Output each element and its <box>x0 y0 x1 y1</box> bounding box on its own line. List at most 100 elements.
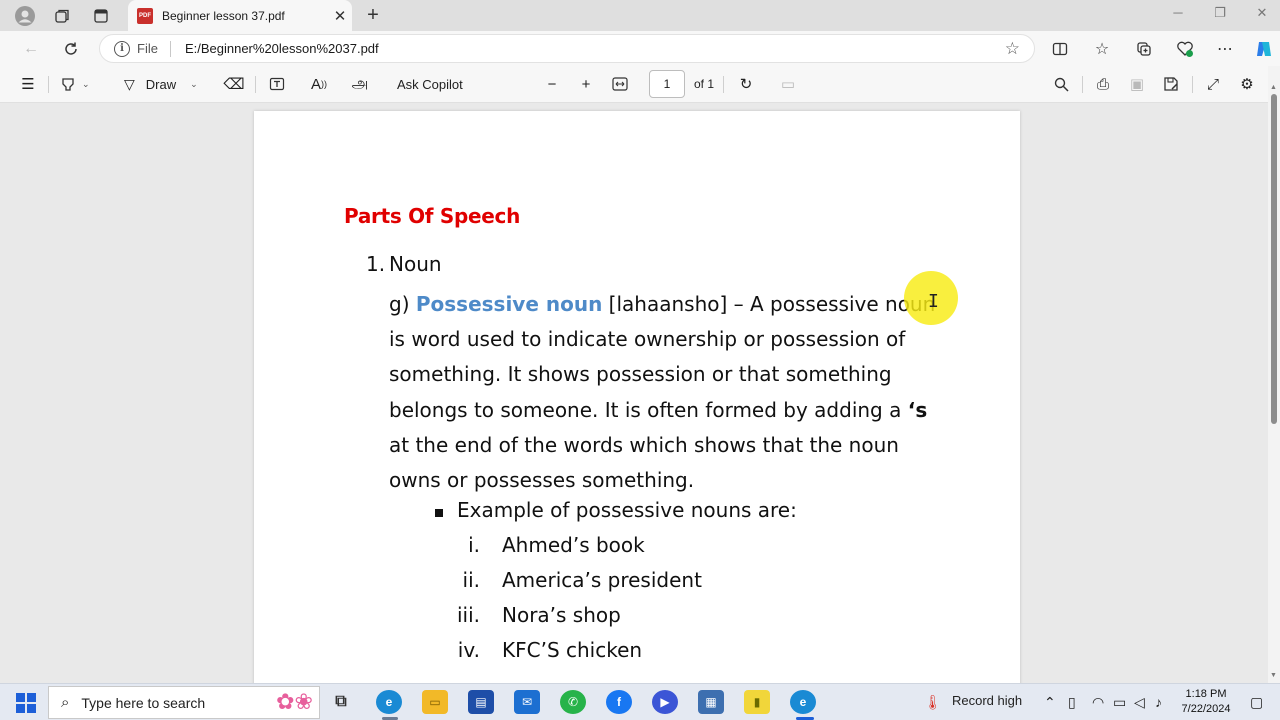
tab-actions-icon[interactable] <box>90 5 112 27</box>
video-call-icon[interactable]: ▶ <box>652 690 678 714</box>
save-as-icon[interactable] <box>1160 73 1182 95</box>
pdf-toolbar: ☰ ⌄ ▽ Draw ⌄ ⌫ A)) அ Ask Copilot − + 1 o… <box>0 66 1280 103</box>
paragraph-text: at the end of the words which shows that… <box>389 432 899 493</box>
clock-time: 1:18 PM <box>1185 688 1227 700</box>
show-hidden-icons-icon[interactable]: ⌃ <box>1044 694 1056 711</box>
refresh-icon[interactable] <box>59 37 83 61</box>
highlight-button[interactable]: ⌄ <box>60 73 90 95</box>
active-tab[interactable]: PDF Beginner lesson 37.pdf ✕ <box>128 0 352 31</box>
clock-date: 7/22/2024 <box>1181 703 1231 715</box>
split-screen-icon[interactable] <box>1048 37 1072 61</box>
page-view-icon[interactable]: ▭ <box>777 73 799 95</box>
thermometer-icon: 🌡 <box>924 694 942 710</box>
whatsapp-icon[interactable]: ✆ <box>560 690 586 714</box>
wifi-icon[interactable]: ◠ <box>1092 694 1104 711</box>
more-options-icon[interactable]: ⋯ <box>1213 37 1237 61</box>
draw-icon: ▽ <box>124 75 135 92</box>
notifications-icon[interactable]: ▢ <box>1250 694 1263 711</box>
example-numeral: i. <box>468 533 480 557</box>
facebook-icon[interactable]: f <box>606 690 632 714</box>
zoom-in-icon[interactable]: + <box>575 73 597 95</box>
battery-icon[interactable]: ▭ <box>1113 694 1126 711</box>
address-scheme: File <box>137 41 158 56</box>
profile-icon[interactable] <box>14 5 36 27</box>
file-explorer-icon[interactable]: ▭ <box>422 690 448 714</box>
weather-label[interactable]: Record high <box>952 693 1022 708</box>
highlighter-icon <box>62 78 74 91</box>
address-url[interactable]: E:/Beginner%20lesson%2037.pdf <box>185 41 379 56</box>
volume-icon[interactable]: ◁ <box>1134 694 1145 711</box>
ask-copilot-button[interactable]: Ask Copilot <box>397 73 463 95</box>
tab-title: Beginner lesson 37.pdf <box>162 8 285 23</box>
document-viewer[interactable]: Parts Of Speech 1. Noun g) Possessive no… <box>0 103 1280 683</box>
example-item: Ahmed’s book <box>502 533 645 557</box>
system-clock[interactable]: 1:18 PM 7/22/2024 <box>1172 687 1240 717</box>
edge-app-icon[interactable]: e <box>376 690 402 714</box>
read-aloud-icon[interactable]: A)) <box>308 73 330 95</box>
address-divider <box>169 40 171 57</box>
definition-paragraph: g) Possessive noun [lahaansho] – A posse… <box>389 287 949 498</box>
ask-copilot-label: Ask Copilot <box>397 76 463 92</box>
possessive-marker: ‘s <box>907 397 928 422</box>
highlighted-term: Possessive noun <box>415 292 603 316</box>
draw-button[interactable]: ▽ Draw ⌄ <box>124 73 198 95</box>
page-number-input[interactable]: 1 <box>649 70 685 98</box>
pdf-icon: PDF <box>137 7 153 24</box>
browser-essentials-icon[interactable] <box>1173 37 1197 61</box>
info-icon[interactable]: i <box>114 40 130 57</box>
vertical-scrollbar[interactable]: ▲ ▼ <box>1268 66 1280 683</box>
favorites-icon[interactable]: ☆ <box>1090 37 1114 61</box>
task-view-icon[interactable]: ⧉ <box>328 690 354 714</box>
collections-icon[interactable] <box>1132 37 1156 61</box>
minimize-icon[interactable]: ─ <box>1166 5 1190 20</box>
rotate-icon[interactable]: ↻ <box>735 73 757 95</box>
full-screen-icon[interactable]: ⤢ <box>1202 73 1224 95</box>
close-window-icon[interactable]: ✕ <box>1250 5 1274 21</box>
bullet-marker <box>435 509 443 517</box>
navigation-bar: ← i File E:/Beginner%20lesson%2037.pdf ☆… <box>0 31 1280 66</box>
address-bar[interactable]: i File E:/Beginner%20lesson%2037.pdf ☆ <box>99 34 1035 63</box>
document-app-icon[interactable]: ▦ <box>698 690 724 714</box>
eraser-icon[interactable]: ⌫ <box>223 73 245 95</box>
example-numeral: iv. <box>457 638 480 662</box>
chevron-down-icon: ⌄ <box>82 78 90 89</box>
copilot-icon[interactable] <box>1252 37 1276 61</box>
toolbar-divider <box>255 76 256 93</box>
draw-label: Draw <box>145 76 177 92</box>
search-icon[interactable] <box>1050 73 1072 95</box>
example-numeral: ii. <box>462 568 480 592</box>
speaker-icon[interactable]: ♪ <box>1155 694 1162 710</box>
list-label: Noun <box>389 252 442 276</box>
workspaces-icon[interactable] <box>51 5 73 27</box>
pdf-page: Parts Of Speech 1. Noun g) Possessive no… <box>254 111 1020 683</box>
windows-start-icon[interactable] <box>16 693 36 713</box>
taskbar-search-box[interactable]: ⌕ Type here to search ✿❀ <box>48 686 320 719</box>
mail-icon[interactable]: ✉ <box>514 690 540 714</box>
toolbar-divider <box>723 76 724 93</box>
scroll-up-icon[interactable]: ▲ <box>1270 84 1277 91</box>
toolbar-divider <box>48 76 49 93</box>
toolbar-divider <box>1082 76 1083 93</box>
contents-list-icon[interactable]: ☰ <box>17 73 39 95</box>
close-tab-icon[interactable]: ✕ <box>328 7 352 25</box>
notes-app-icon[interactable]: ▮ <box>744 690 770 714</box>
toolbar-divider <box>1192 76 1193 93</box>
settings-gear-icon[interactable]: ⚙ <box>1236 73 1258 95</box>
add-text-icon[interactable] <box>266 73 288 95</box>
search-icon: ⌕ <box>61 694 70 711</box>
scroll-down-icon[interactable]: ▼ <box>1270 672 1277 679</box>
back-arrow-icon[interactable]: ← <box>19 37 43 61</box>
new-tab-icon[interactable]: + <box>362 4 384 26</box>
fit-to-width-icon[interactable] <box>609 73 631 95</box>
device-icon[interactable]: ▯ <box>1068 694 1076 711</box>
store-icon[interactable]: ▤ <box>468 690 494 714</box>
windows-taskbar: ⌕ Type here to search ✿❀ ⧉ e ▭ ▤ ✉ ✆ f ▶… <box>0 683 1280 720</box>
translate-icon[interactable]: அ <box>349 73 371 95</box>
maximize-icon[interactable]: ❐ <box>1208 5 1232 21</box>
save-icon[interactable]: ▣ <box>1126 73 1148 95</box>
print-icon[interactable]: ⎙ <box>1092 73 1114 95</box>
scrollbar-thumb[interactable] <box>1271 94 1277 424</box>
zoom-out-icon[interactable]: − <box>541 73 563 95</box>
edge-active-icon[interactable]: e <box>790 690 816 714</box>
favorite-star-icon[interactable]: ☆ <box>1005 39 1020 59</box>
